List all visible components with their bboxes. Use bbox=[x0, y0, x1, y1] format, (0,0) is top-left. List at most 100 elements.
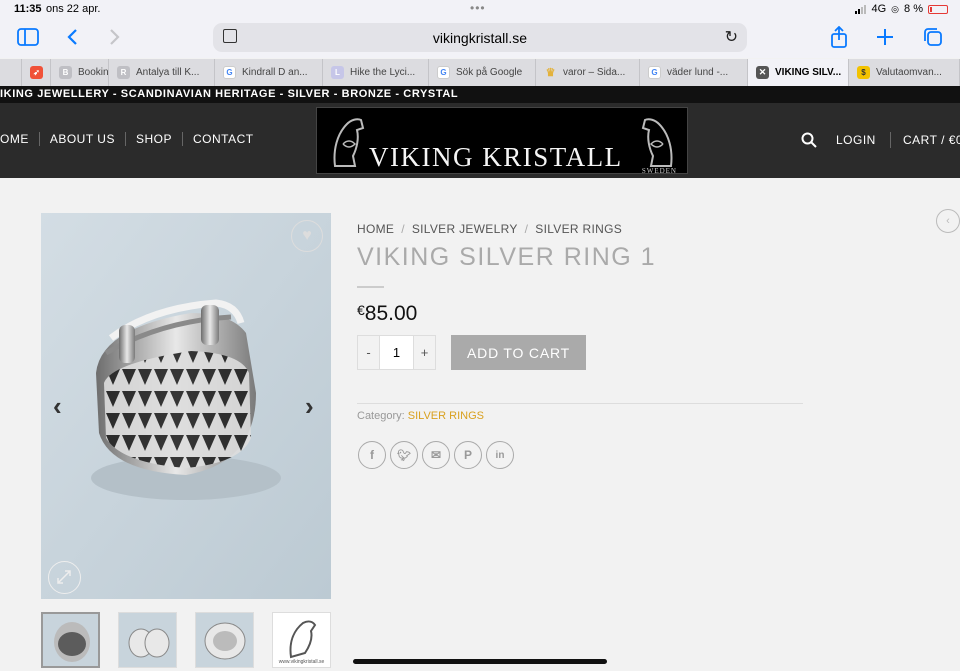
nav-shop[interactable]: SHOP bbox=[126, 132, 183, 146]
nav-contact[interactable]: CONTACT bbox=[183, 132, 264, 146]
zoom-expand-icon[interactable] bbox=[48, 561, 81, 594]
email-icon[interactable]: ✉ bbox=[422, 441, 450, 469]
google-icon: G bbox=[223, 66, 236, 79]
b-favicon-icon: B bbox=[59, 66, 72, 79]
header-divider bbox=[890, 132, 891, 148]
tab-6[interactable]: G Sök på Google bbox=[429, 59, 536, 86]
breadcrumb: HOME / SILVER JEWELRY / SILVER RINGS bbox=[357, 222, 622, 236]
tab-10-label: Valutaomvan... bbox=[876, 67, 942, 78]
tab-5[interactable]: L Hike the Lyci... bbox=[323, 59, 429, 86]
l-favicon-icon: L bbox=[331, 66, 344, 79]
product-title: VIKING SILVER RING 1 bbox=[357, 243, 657, 271]
status-time: 11:35 bbox=[14, 3, 42, 15]
breadcrumb-home[interactable]: HOME bbox=[357, 222, 394, 236]
crown-icon: ♛ bbox=[545, 67, 556, 79]
reload-icon[interactable]: ↻ bbox=[725, 27, 738, 47]
site-logo[interactable]: VIKING KRISTALL SWEDEN bbox=[316, 107, 688, 175]
tab-9-active[interactable]: ✕ VIKING SILV... bbox=[748, 59, 849, 86]
browser-toolbar: vikingkristall.se ↻ bbox=[0, 20, 960, 58]
product-price: €85.00 bbox=[357, 302, 417, 326]
currency-icon: $ bbox=[857, 66, 870, 79]
product-page: ‹ › ♥ www.vikingkristall.se HOME / SILVE… bbox=[0, 178, 960, 671]
sidebar-icon[interactable] bbox=[17, 28, 39, 46]
site-header: OME ABOUT US SHOP CONTACT VIKING KRISTAL… bbox=[0, 103, 960, 178]
pinterest-icon[interactable]: P bbox=[454, 441, 482, 469]
tab-8-label: väder lund -... bbox=[667, 67, 729, 78]
breadcrumb-silver-rings[interactable]: SILVER RINGS bbox=[535, 222, 622, 236]
breadcrumb-separator: / bbox=[401, 222, 405, 236]
login-link[interactable]: LOGIN bbox=[836, 133, 876, 147]
close-tab-icon[interactable]: ✕ bbox=[756, 66, 769, 79]
url-text[interactable]: vikingkristall.se bbox=[213, 30, 747, 46]
status-date: ons 22 apr. bbox=[46, 3, 101, 15]
logo-text: VIKING KRISTALL bbox=[369, 142, 623, 172]
tab-10[interactable]: $ Valutaomvan... bbox=[849, 59, 960, 86]
back-icon[interactable] bbox=[66, 28, 78, 46]
tab-5-label: Hike the Lyci... bbox=[350, 67, 416, 78]
add-to-cart-button[interactable]: ADD TO CART bbox=[451, 335, 586, 370]
product-main-image[interactable]: ‹ › bbox=[41, 213, 331, 599]
tab-8[interactable]: G väder lund -... bbox=[640, 59, 748, 86]
swift-icon: ➶ bbox=[30, 66, 43, 79]
r-favicon-icon: R bbox=[117, 66, 130, 79]
breadcrumb-silver-jewelry[interactable]: SILVER JEWELRY bbox=[412, 222, 518, 236]
tab-6-label: Sök på Google bbox=[456, 67, 523, 78]
quantity-increase-button[interactable]: + bbox=[414, 336, 435, 369]
wishlist-heart-icon[interactable]: ♥ bbox=[291, 220, 323, 252]
facebook-icon[interactable]: f bbox=[358, 441, 386, 469]
next-image-arrow-icon[interactable]: › bbox=[305, 391, 314, 422]
tab-7-label: varor – Sida... bbox=[563, 67, 626, 78]
network-label: 4G bbox=[871, 3, 887, 15]
home-indicator[interactable] bbox=[353, 659, 607, 664]
tab-2[interactable]: B Bookin bbox=[51, 59, 109, 86]
thumbnail-caption: www.vikingkristall.se bbox=[278, 659, 325, 665]
tab-1[interactable]: ➶ bbox=[22, 59, 51, 86]
title-divider bbox=[357, 286, 384, 288]
linkedin-icon[interactable]: in bbox=[486, 441, 514, 469]
viking-horse-icon bbox=[641, 118, 673, 167]
battery-label: 8 % bbox=[904, 3, 923, 15]
address-bar[interactable]: vikingkristall.se ↻ bbox=[213, 23, 747, 52]
quantity-decrease-button[interactable]: - bbox=[358, 336, 379, 369]
tab-strip: ➶ B Bookin R Antalya till K... G Kindral… bbox=[0, 59, 960, 86]
tab-3-label: Antalya till K... bbox=[136, 67, 200, 78]
tab-7[interactable]: ♛ varor – Sida... bbox=[536, 59, 640, 86]
share-buttons: f 🐦︎ ✉ P in bbox=[358, 441, 514, 469]
site-topbar: IKING JEWELLERY - SCANDINAVIAN HERITAGE … bbox=[0, 86, 960, 103]
cart-link[interactable]: CART / €0 bbox=[903, 133, 960, 147]
thumbnail-2[interactable] bbox=[118, 612, 177, 668]
prev-image-arrow-icon[interactable]: ‹ bbox=[53, 391, 62, 422]
quantity-input[interactable]: 1 bbox=[379, 336, 414, 369]
product-thumbnails: www.vikingkristall.se bbox=[41, 612, 331, 668]
multitask-dots-icon[interactable]: ••• bbox=[470, 1, 486, 15]
search-icon[interactable] bbox=[801, 132, 817, 148]
viking-horse-icon bbox=[333, 118, 365, 167]
tab-9-label: VIKING SILV... bbox=[775, 67, 842, 78]
price-currency: € bbox=[357, 302, 365, 318]
tab-4-label: Kindrall D an... bbox=[242, 67, 308, 78]
category-label: Category: bbox=[357, 410, 405, 422]
tab-3[interactable]: R Antalya till K... bbox=[109, 59, 215, 86]
nav-about-us[interactable]: ABOUT US bbox=[40, 132, 126, 146]
tabs-overview-icon[interactable] bbox=[923, 27, 943, 47]
tab-0[interactable] bbox=[0, 59, 22, 86]
tab-4[interactable]: G Kindrall D an... bbox=[215, 59, 323, 86]
silver-ring-image bbox=[41, 213, 331, 599]
new-tab-icon[interactable] bbox=[876, 28, 894, 46]
price-amount: 85.00 bbox=[364, 302, 418, 325]
twitter-icon[interactable]: 🐦︎ bbox=[390, 441, 418, 469]
signal-icon bbox=[855, 4, 867, 14]
product-category: Category: SILVER RINGS bbox=[357, 410, 484, 422]
google-icon: G bbox=[648, 66, 661, 79]
thumbnail-1[interactable] bbox=[41, 612, 100, 668]
section-divider bbox=[357, 403, 803, 404]
forward-icon[interactable] bbox=[109, 28, 121, 46]
thumbnail-3[interactable] bbox=[195, 612, 254, 668]
nav-home[interactable]: OME bbox=[0, 132, 40, 146]
location-icon: ◎ bbox=[891, 3, 900, 14]
category-link[interactable]: SILVER RINGS bbox=[408, 410, 484, 422]
main-nav: OME ABOUT US SHOP CONTACT bbox=[0, 132, 264, 146]
thumbnail-4[interactable]: www.vikingkristall.se bbox=[272, 612, 331, 668]
share-icon[interactable] bbox=[830, 26, 848, 48]
side-nav-prev-icon[interactable]: ‹ bbox=[936, 209, 960, 233]
